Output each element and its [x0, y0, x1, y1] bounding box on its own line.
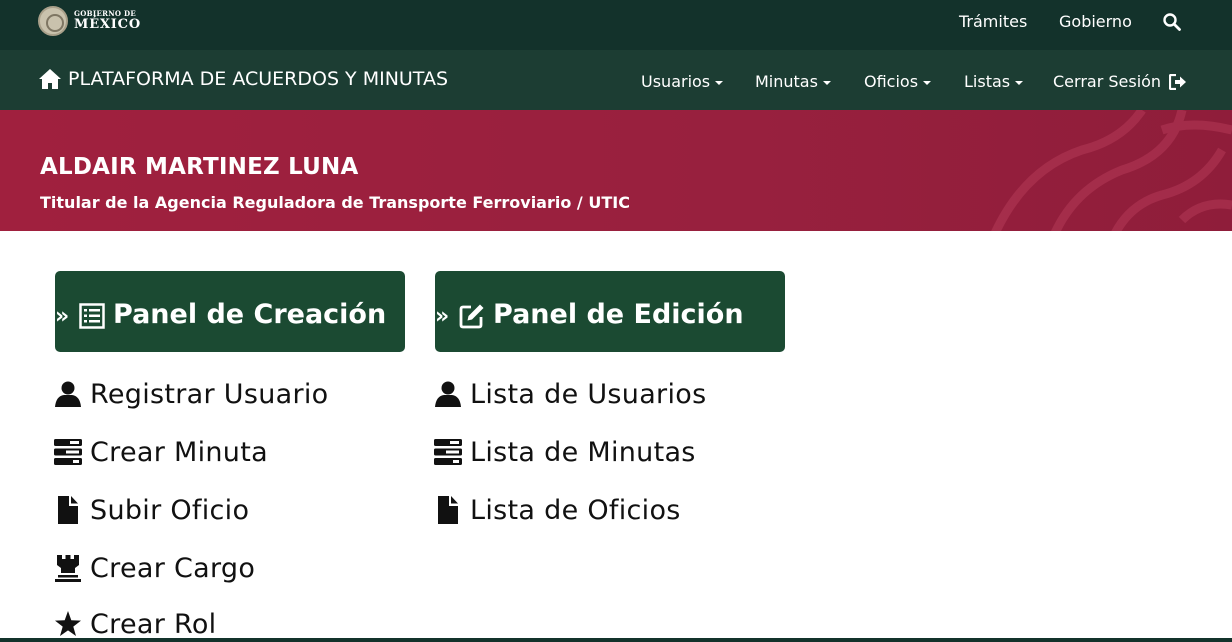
raquo-icon: » — [435, 304, 450, 329]
lista-minutas-label: Lista de Minutas — [470, 436, 696, 468]
edit-icon — [459, 304, 484, 329]
logout-label: Cerrar Sesión — [1053, 72, 1162, 91]
brand-link[interactable]: PLATAFORMA DE ACUERDOS Y MINUTAS — [38, 66, 448, 92]
lista-usuarios-link[interactable]: Lista de Usuarios — [434, 377, 706, 411]
home-icon — [39, 69, 61, 89]
lista-usuarios-label: Lista de Usuarios — [470, 378, 707, 410]
lista-oficios-label: Lista de Oficios — [470, 494, 681, 526]
user-name: ALDAIR MARTINEZ LUNA — [40, 154, 359, 180]
panel-edicion-header[interactable]: » Panel de Edición — [435, 271, 785, 352]
subir-oficio-label: Subir Oficio — [90, 494, 250, 526]
gov-bar: GOBIERNO DE MÉXICO Trámites Gobierno — [0, 0, 1232, 50]
main-navbar: PLATAFORMA DE ACUERDOS Y MINUTAS Usuario… — [0, 50, 1232, 110]
registrar-usuario-link[interactable]: Registrar Usuario — [54, 377, 329, 411]
nav-oficios-dropdown[interactable]: Oficios — [864, 72, 932, 91]
crear-minuta-label: Crear Minuta — [90, 436, 268, 468]
search-icon[interactable] — [1162, 12, 1182, 32]
registrar-usuario-label: Registrar Usuario — [90, 378, 329, 410]
nav-minutas-label: Minutas — [755, 72, 818, 91]
nav-listas-dropdown[interactable]: Listas — [964, 72, 1024, 91]
gobierno-logo[interactable]: GOBIERNO DE MÉXICO — [38, 5, 148, 37]
file-icon — [58, 496, 78, 524]
caret-down-icon — [1015, 80, 1024, 85]
crear-rol-link[interactable]: Crear Rol — [54, 607, 216, 641]
user-banner: ALDAIR MARTINEZ LUNA Titular de la Agenc… — [0, 110, 1232, 231]
list-icon — [79, 303, 105, 329]
gobierno-link[interactable]: Gobierno — [1059, 12, 1132, 31]
footer-edge — [0, 638, 1232, 642]
lista-oficios-link[interactable]: Lista de Oficios — [434, 493, 681, 527]
caret-down-icon — [923, 80, 932, 85]
nav-usuarios-dropdown[interactable]: Usuarios — [641, 72, 724, 91]
panel-creacion-title: Panel de Creación — [113, 299, 387, 330]
caret-down-icon — [822, 80, 831, 85]
decorative-pattern-icon — [991, 110, 1232, 231]
crear-rol-label: Crear Rol — [90, 608, 217, 640]
logo-line-2: MÉXICO — [74, 17, 141, 32]
crear-minuta-link[interactable]: Crear Minuta — [54, 435, 268, 469]
user-icon — [55, 381, 81, 407]
raquo-icon: » — [55, 304, 70, 329]
subir-oficio-link[interactable]: Subir Oficio — [54, 493, 249, 527]
caret-down-icon — [715, 80, 724, 85]
crear-cargo-link[interactable]: Crear Cargo — [54, 551, 255, 585]
user-icon — [435, 381, 461, 407]
logout-icon — [1169, 74, 1187, 90]
nav-minutas-dropdown[interactable]: Minutas — [755, 72, 831, 91]
crear-cargo-label: Crear Cargo — [90, 552, 256, 584]
chess-rook-icon — [55, 555, 81, 582]
lista-minutas-link[interactable]: Lista de Minutas — [434, 435, 696, 469]
nav-usuarios-label: Usuarios — [641, 72, 711, 91]
star-icon — [55, 611, 81, 636]
logout-link[interactable]: Cerrar Sesión — [1053, 72, 1187, 91]
panel-creacion-header[interactable]: » Panel de Creación — [55, 271, 405, 352]
nav-oficios-label: Oficios — [864, 72, 919, 91]
file-icon — [438, 496, 458, 524]
panel-edicion-title: Panel de Edición — [493, 299, 744, 330]
tasks-icon — [434, 439, 462, 465]
seal-icon — [38, 6, 68, 36]
tramites-link[interactable]: Trámites — [959, 12, 1027, 31]
brand-title: PLATAFORMA DE ACUERDOS Y MINUTAS — [68, 68, 448, 90]
tasks-icon — [54, 439, 82, 465]
user-role: Titular de la Agencia Reguladora de Tran… — [40, 193, 630, 212]
nav-listas-label: Listas — [964, 72, 1011, 91]
